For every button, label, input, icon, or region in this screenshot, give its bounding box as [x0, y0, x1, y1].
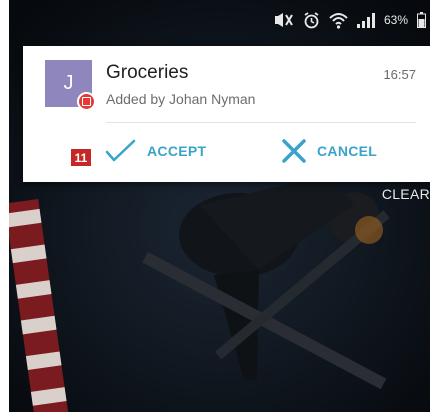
calendar-app-icon: [77, 92, 96, 111]
cancel-label: CANCEL: [317, 143, 378, 159]
signal-icon: [356, 12, 375, 28]
status-bar: 63%: [9, 0, 430, 40]
battery-icon: [417, 12, 426, 28]
phone-screen: 63% J Groceries Added by Johan Nyman 16:…: [9, 0, 430, 412]
avatar-letter: J: [63, 72, 74, 94]
checkmark-icon: [105, 139, 137, 163]
notification-title: Groceries: [106, 62, 189, 83]
cancel-button[interactable]: CANCEL: [281, 138, 377, 164]
battery-percent: 63%: [383, 13, 408, 27]
clear-button[interactable]: CLEAR: [382, 186, 430, 202]
accept-button[interactable]: ACCEPT: [105, 138, 206, 164]
wifi-icon: [329, 12, 348, 29]
step-number-badge: 11: [71, 149, 91, 166]
accept-label: ACCEPT: [147, 143, 207, 159]
mute-icon: [272, 12, 294, 28]
notification-subtitle: Added by Johan Nyman: [106, 91, 256, 107]
close-icon: [281, 139, 307, 163]
alarm-icon: [303, 11, 320, 29]
divider: [106, 122, 416, 123]
notification-time: 16:57: [383, 67, 416, 82]
